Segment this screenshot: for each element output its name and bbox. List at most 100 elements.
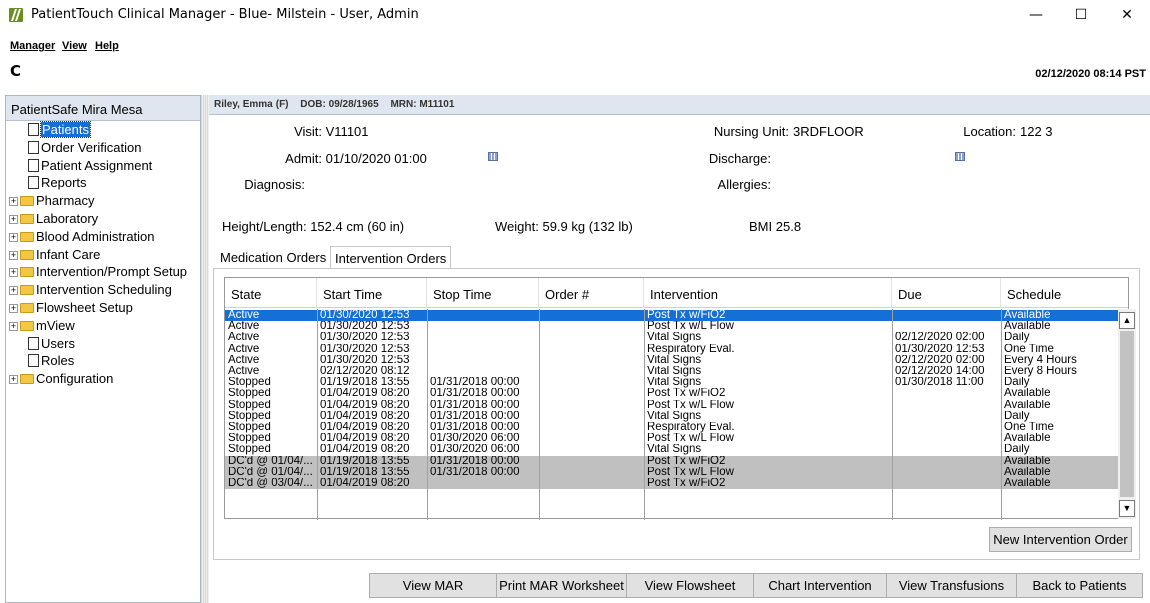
cell-intervention: Post Tx w/FiO2 [647, 388, 726, 400]
column-header-stop-time[interactable]: Stop Time [427, 278, 539, 308]
patient-name: Riley, Emma [214, 99, 273, 110]
sidebar-item-flowsheet-setup[interactable]: + Flowsheet Setup [6, 300, 196, 317]
sidebar-item-patient-assignment[interactable]: Patient Assignment [6, 158, 196, 175]
table-row[interactable]: Stopped 01/04/2019 08:20 01/31/2018 00:00 R… [225, 422, 1118, 433]
document-icon [28, 176, 39, 190]
sidebar-item-blood-administration[interactable]: + Blood Administration [6, 229, 196, 246]
sidebar-item-reports[interactable]: Reports [6, 175, 196, 192]
expand-icon[interactable]: + [9, 215, 18, 224]
sidebar-item-mview[interactable]: + mView [6, 318, 196, 335]
sidebar-item-intervention-scheduling[interactable]: + Intervention Scheduling [6, 282, 196, 299]
table-row[interactable]: Active 01/30/2020 12:53 Post Tx w/L Flow Av… [225, 321, 1118, 332]
patient-mrn: MRN: M11101 [390, 99, 455, 110]
cell-stop: 01/30/2020 06:00 [430, 444, 520, 456]
expand-icon[interactable]: + [9, 375, 18, 385]
table-row[interactable]: Active 01/30/2020 12:53 Post Tx w/FiO2 Avai… [225, 310, 1118, 321]
table-row[interactable]: Stopped 01/04/2019 08:20 01/30/2020 06:00 P… [225, 433, 1118, 444]
location-value: 122 3 [1020, 124, 1053, 139]
sidebar-item-intervention-prompt-setup[interactable]: + Intervention/Prompt Setup [6, 264, 196, 281]
sidebar-item-order-verification[interactable]: Order Verification [6, 140, 196, 157]
weight-label: Weight: [495, 219, 539, 234]
folder-icon [20, 303, 34, 313]
menu-view[interactable]: View [62, 40, 87, 52]
scroll-up-icon[interactable]: ▲ [1119, 312, 1135, 329]
cell-state: Active [228, 343, 260, 355]
print-mar-worksheet-button[interactable]: Print MAR Worksheet [496, 573, 627, 598]
table-row[interactable]: DC'd @ 01/04/... 01/19/2018 13:55 01/31/20… [225, 455, 1118, 467]
back-to-patients-button[interactable]: Back to Patients [1016, 573, 1143, 598]
sidebar-item-infant-care[interactable]: + Infant Care [6, 247, 196, 264]
column-header-start-time[interactable]: Start Time [317, 278, 427, 308]
bmi-value: 25.8 [775, 219, 802, 234]
cell-schedule: Available [1004, 455, 1051, 467]
cell-due: 02/12/2020 14:00 [895, 366, 985, 377]
table-row[interactable]: Active 02/12/2020 08:12 Vital Signs 02/12/2… [225, 366, 1118, 377]
table-scrollbar[interactable]: ▲ ▼ [1118, 309, 1136, 519]
new-intervention-order-button[interactable]: New Intervention Order [989, 527, 1132, 552]
table-row[interactable]: Stopped 01/04/2019 08:20 01/31/2018 00:00 P… [225, 400, 1118, 411]
table-row[interactable]: Active 01/30/2020 12:53 Vital Signs 02/12/2… [225, 332, 1118, 343]
chart-intervention-button[interactable]: Chart Intervention [753, 573, 887, 598]
cell-start: 01/30/2020 12:53 [320, 354, 410, 366]
sidebar-item-label: Intervention Scheduling [36, 282, 172, 298]
expand-icon[interactable]: + [9, 286, 18, 296]
menu-manager[interactable]: Manager [10, 40, 55, 52]
cell-start: 01/30/2020 12:53 [320, 321, 410, 333]
scroll-down-icon[interactable]: ▼ [1119, 500, 1135, 517]
table-row[interactable]: Stopped 01/04/2019 08:20 01/31/2018 00:00 P… [225, 388, 1118, 399]
tab-medication-orders[interactable]: Medication Orders [216, 246, 331, 268]
cell-stop: 01/31/2018 00:00 [430, 455, 520, 467]
expand-icon[interactable]: + [9, 304, 18, 313]
sidebar-item-roles[interactable]: Roles [6, 353, 196, 370]
column-header-schedule[interactable]: Schedule [1001, 278, 1118, 308]
sidebar-item-patients[interactable]: Patients [6, 121, 196, 139]
panel-splitter[interactable] [201, 95, 209, 603]
cell-intervention: Vital Signs [647, 377, 702, 389]
table-row[interactable]: Active 01/30/2020 12:53 Respiratory Eval. 0… [225, 344, 1118, 355]
refresh-icon[interactable]: C [10, 62, 21, 80]
cell-start: 01/04/2019 08:20 [320, 399, 410, 411]
cell-intervention: Vital Signs [647, 354, 702, 366]
view-transfusions-button[interactable]: View Transfusions [886, 573, 1017, 598]
admit-value[interactable]: 01/10/2020 01:00 [326, 151, 427, 166]
expand-icon[interactable]: + [9, 232, 18, 242]
expand-icon[interactable]: + [9, 321, 18, 331]
admit-calendar-icon[interactable] [488, 152, 498, 161]
cell-due: 01/30/2018 11:00 [895, 377, 984, 389]
expand-icon[interactable]: + [9, 197, 18, 207]
expand-icon[interactable]: + [9, 268, 18, 278]
table-row[interactable]: Stopped 01/04/2019 08:20 01/30/2020 06:00 V… [225, 444, 1118, 455]
table-row[interactable]: Active 01/30/2020 12:53 Vital Signs 02/12/2… [225, 355, 1118, 366]
column-header-intervention[interactable]: Intervention [644, 278, 892, 308]
discharge-label: Discharge: [708, 151, 771, 166]
view-flowsheet-button[interactable]: View Flowsheet [626, 573, 754, 598]
table-row[interactable]: Stopped 01/19/2018 13:55 01/31/2018 00:00 V… [225, 377, 1118, 388]
bmi-field: BMI 25.8 [749, 219, 801, 234]
column-header-order-number[interactable]: Order # [539, 278, 644, 308]
cell-start: 01/04/2019 08:20 [320, 388, 410, 400]
view-mar-button[interactable]: View MAR [369, 573, 497, 598]
discharge-calendar-icon[interactable] [955, 152, 965, 161]
column-header-state[interactable]: State [225, 278, 317, 308]
sidebar-item-pharmacy[interactable]: + Pharmacy [6, 193, 196, 210]
scrollbar-thumb[interactable] [1120, 331, 1134, 497]
table-row[interactable]: DC'd @ 01/04/... 01/19/2018 13:55 01/31/20… [225, 466, 1118, 478]
minimize-button[interactable]: — [1013, 0, 1059, 30]
cell-schedule: Available [1004, 433, 1051, 445]
cell-schedule: Daily [1004, 444, 1030, 456]
maximize-button[interactable]: ☐ [1058, 0, 1104, 30]
tab-intervention-orders[interactable]: Intervention Orders [330, 246, 452, 268]
folder-icon [20, 320, 34, 331]
sidebar-item-laboratory[interactable]: + Laboratory [6, 211, 196, 228]
table-row[interactable]: DC'd @ 03/04/... 01/04/2019 08:20 Post Tx … [225, 478, 1118, 489]
menu-help[interactable]: Help [95, 40, 119, 52]
sidebar-item-configuration[interactable]: + Configuration [6, 371, 196, 388]
cell-intervention: Post Tx w/L Flow [647, 466, 734, 478]
column-header-due[interactable]: Due [892, 278, 1001, 308]
sidebar-item-users[interactable]: Users [6, 336, 196, 353]
expand-icon[interactable]: + [9, 250, 18, 260]
table-row[interactable]: Stopped 01/04/2019 08:20 01/31/2018 00:00 V… [225, 411, 1118, 422]
close-button[interactable]: ✕ [1104, 0, 1150, 30]
cell-intervention: Vital Signs [647, 410, 702, 422]
facility-header[interactable]: PatientSafe Mira Mesa [6, 96, 200, 121]
